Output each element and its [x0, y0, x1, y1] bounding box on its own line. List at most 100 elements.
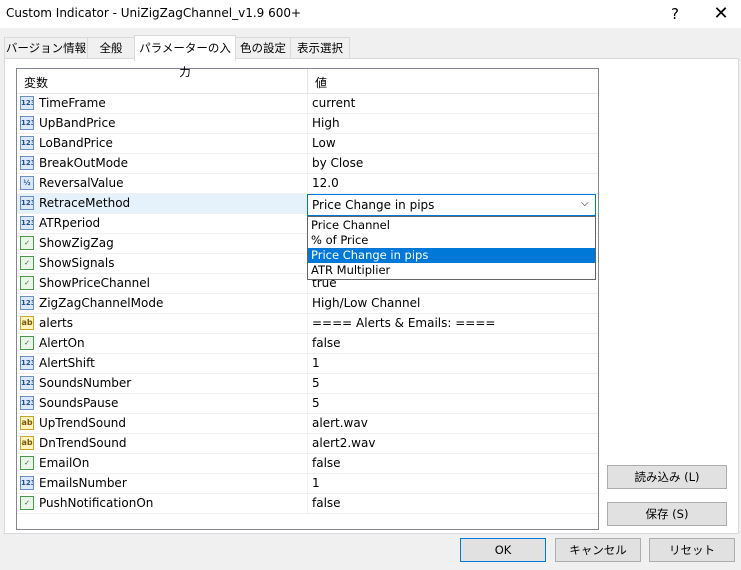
parameter-name: ShowSignals	[39, 256, 115, 270]
parameter-value-cell[interactable]: Low	[308, 134, 598, 154]
parameter-name-cell[interactable]: ✓ ShowPriceChannel	[17, 274, 308, 294]
parameter-name-cell[interactable]: ✓ AlertOn	[17, 334, 308, 354]
parameter-name-cell[interactable]: 123 LoBandPrice	[17, 134, 308, 154]
parameter-row[interactable]: 123 LoBandPrice Low	[17, 134, 598, 154]
parameter-value-cell[interactable]: 1	[308, 474, 598, 494]
parameter-name-cell[interactable]: 123 BreakOutMode	[17, 154, 308, 174]
tab-version-info[interactable]: バージョン情報	[4, 37, 88, 59]
parameter-value-cell[interactable]: by Close	[308, 154, 598, 174]
option-percent-of-price[interactable]: % of Price	[308, 233, 595, 248]
parameter-value: current	[312, 96, 356, 110]
reset-button[interactable]: リセット	[649, 538, 735, 562]
retrace-method-dropdown: Price Channel % of Price Price Change in…	[307, 216, 596, 280]
parameter-value-cell[interactable]: 12.0	[308, 174, 598, 194]
ok-button[interactable]: OK	[460, 538, 546, 562]
integer-type-icon: 123	[20, 376, 34, 390]
parameter-row[interactable]: ½ ReversalValue 12.0	[17, 174, 598, 194]
parameter-value: 12.0	[312, 176, 339, 190]
parameter-row[interactable]: 123 ZigZagChannelMode High/Low Channel	[17, 294, 598, 314]
parameter-name-cell[interactable]: 123 EmailsNumber	[17, 474, 308, 494]
integer-type-icon: 123	[20, 396, 34, 410]
parameter-name-cell[interactable]: 123 ZigZagChannelMode	[17, 294, 308, 314]
parameter-name-cell[interactable]: 123 RetraceMethod	[17, 194, 308, 214]
parameter-row[interactable]: 123 UpBandPrice High	[17, 114, 598, 134]
parameter-row[interactable]: ab DnTrendSound alert2.wav	[17, 434, 598, 454]
parameter-row[interactable]: 123 BreakOutMode by Close	[17, 154, 598, 174]
column-separator[interactable]	[307, 69, 308, 93]
parameter-name-cell[interactable]: ✓ PushNotificationOn	[17, 494, 308, 514]
column-header-variable[interactable]: 変数	[24, 74, 48, 91]
parameter-value: 5	[312, 376, 320, 390]
column-header-value[interactable]: 値	[315, 74, 327, 91]
tab-visualization[interactable]: 表示選択	[290, 37, 350, 59]
integer-type-icon: 123	[20, 156, 34, 170]
parameter-value: High	[312, 116, 340, 130]
parameter-name: LoBandPrice	[39, 136, 113, 150]
parameter-row[interactable]: 123 EmailsNumber 1	[17, 474, 598, 494]
parameter-name-cell[interactable]: ½ ReversalValue	[17, 174, 308, 194]
parameter-name: PushNotificationOn	[39, 496, 154, 510]
parameter-name: SoundsPause	[39, 396, 119, 410]
save-button[interactable]: 保存 (S)	[607, 502, 727, 526]
parameter-row[interactable]: ab alerts ==== Alerts & Emails: ====	[17, 314, 598, 334]
cancel-button[interactable]: キャンセル	[555, 538, 641, 562]
parameter-value: 1	[312, 356, 320, 370]
title-bar: Custom Indicator - UniZigZagChannel_v1.9…	[0, 0, 741, 28]
parameter-name: ATRperiod	[39, 216, 101, 230]
parameter-name: ShowZigZag	[39, 236, 114, 250]
parameter-name-cell[interactable]: 123 ATRperiod	[17, 214, 308, 234]
parameter-row[interactable]: ✓ EmailOn false	[17, 454, 598, 474]
parameter-name-cell[interactable]: ✓ EmailOn	[17, 454, 308, 474]
parameter-name-cell[interactable]: ab DnTrendSound	[17, 434, 308, 454]
parameter-value-cell[interactable]: false	[308, 454, 598, 474]
parameter-value-cell[interactable]: alert2.wav	[308, 434, 598, 454]
parameter-value-cell[interactable]: current	[308, 94, 598, 114]
integer-type-icon: 123	[20, 476, 34, 490]
parameter-name: RetraceMethod	[39, 196, 131, 210]
parameter-value-cell[interactable]: High/Low Channel	[308, 294, 598, 314]
parameter-name-cell[interactable]: 123 AlertShift	[17, 354, 308, 374]
parameter-row[interactable]: 123 SoundsPause 5	[17, 394, 598, 414]
parameter-name-cell[interactable]: ab alerts	[17, 314, 308, 334]
parameter-row[interactable]: 123 TimeFrame current	[17, 94, 598, 114]
retrace-method-combo[interactable]: Price Change in pips ⌵	[307, 194, 596, 216]
chevron-down-icon[interactable]: ⌵	[581, 198, 591, 209]
parameter-name-cell[interactable]: ✓ ShowZigZag	[17, 234, 308, 254]
parameter-value-cell[interactable]: 1	[308, 354, 598, 374]
parameter-name-cell[interactable]: 123 SoundsNumber	[17, 374, 308, 394]
parameter-name: ShowPriceChannel	[39, 276, 150, 290]
parameter-row[interactable]: ✓ PushNotificationOn false	[17, 494, 598, 514]
close-button[interactable]: ✕	[698, 0, 741, 28]
parameter-name-cell[interactable]: ✓ ShowSignals	[17, 254, 308, 274]
boolean-type-icon: ✓	[20, 336, 34, 350]
tab-general[interactable]: 全般	[87, 37, 135, 59]
load-button[interactable]: 読み込み (L)	[607, 465, 727, 489]
parameter-value-cell[interactable]: false	[308, 494, 598, 514]
option-atr-multiplier[interactable]: ATR Multiplier	[308, 263, 595, 278]
parameter-value: Low	[312, 136, 336, 150]
parameter-name-cell[interactable]: ab UpTrendSound	[17, 414, 308, 434]
parameter-name-cell[interactable]: 123 TimeFrame	[17, 94, 308, 114]
parameter-name-cell[interactable]: 123 UpBandPrice	[17, 114, 308, 134]
parameter-value-cell[interactable]: false	[308, 334, 598, 354]
parameter-name: DnTrendSound	[39, 436, 127, 450]
parameter-row[interactable]: ✓ AlertOn false	[17, 334, 598, 354]
option-price-channel[interactable]: Price Channel	[308, 218, 595, 233]
help-button[interactable]: ?	[652, 0, 698, 28]
parameter-name-cell[interactable]: 123 SoundsPause	[17, 394, 308, 414]
integer-type-icon: 123	[20, 356, 34, 370]
parameter-value-cell[interactable]: 5	[308, 374, 598, 394]
parameter-value-cell[interactable]: ==== Alerts & Emails: ====	[308, 314, 598, 334]
parameter-value: 5	[312, 396, 320, 410]
double-type-icon: ½	[20, 176, 34, 190]
tab-input-parameters[interactable]: パラメーターの入力	[134, 35, 236, 79]
boolean-type-icon: ✓	[20, 456, 34, 470]
parameter-row[interactable]: 123 AlertShift 1	[17, 354, 598, 374]
parameter-row[interactable]: ab UpTrendSound alert.wav	[17, 414, 598, 434]
parameter-value-cell[interactable]: alert.wav	[308, 414, 598, 434]
tab-colors[interactable]: 色の設定	[235, 37, 291, 59]
parameter-value-cell[interactable]: 5	[308, 394, 598, 414]
parameter-row[interactable]: 123 SoundsNumber 5	[17, 374, 598, 394]
parameter-value-cell[interactable]: High	[308, 114, 598, 134]
option-price-change-in-pips[interactable]: Price Change in pips	[308, 248, 595, 263]
